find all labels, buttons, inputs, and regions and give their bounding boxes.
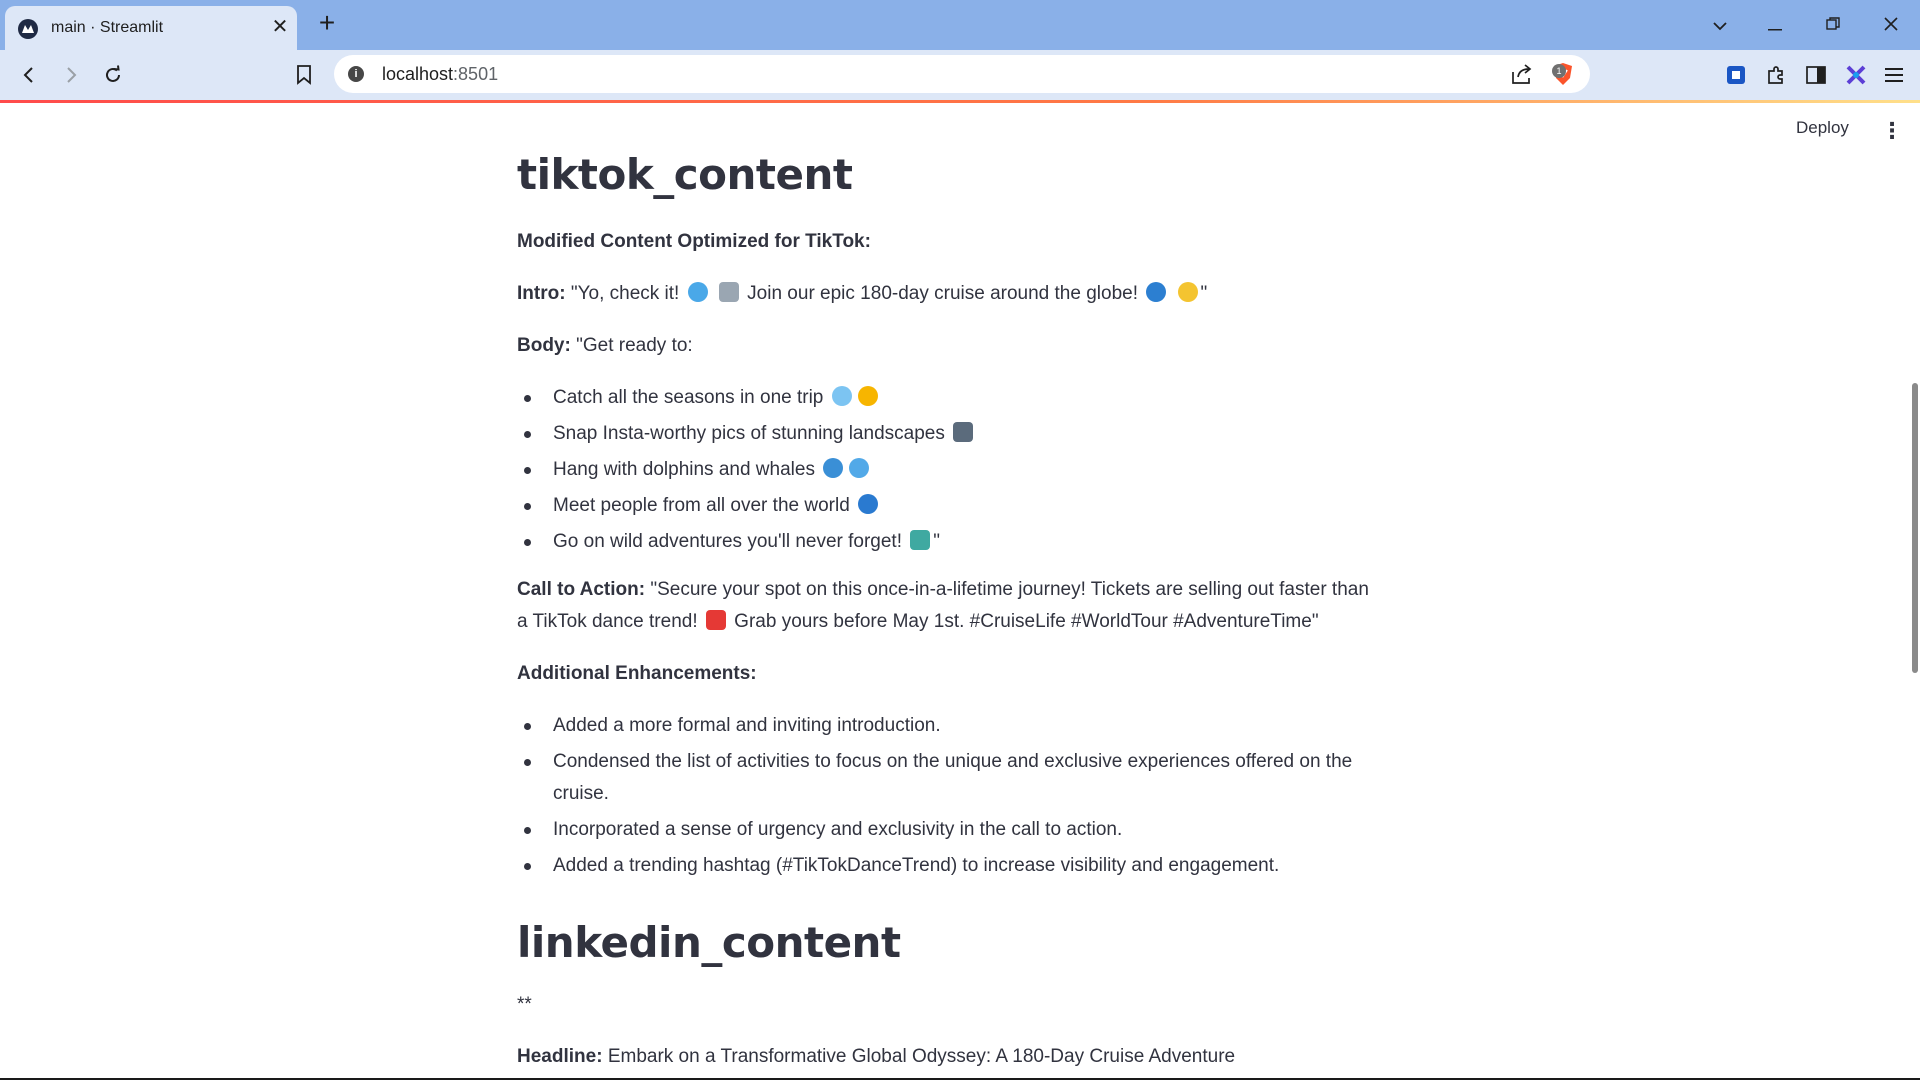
enhancements-list: Added a more formal and inviting introdu… [517, 710, 1377, 882]
forward-arrow-icon[interactable] [55, 59, 87, 91]
kebab-menu-icon[interactable]: ⋮ [1880, 116, 1904, 146]
browser-toolbar: i localhost:8501 1 [0, 50, 1920, 100]
dolphin-emoji-icon [823, 458, 844, 479]
close-window-button[interactable] [1876, 10, 1906, 40]
list-item: Snap Insta-worthy pics of stunning lands… [517, 418, 1377, 450]
tiktok-heading: tiktok_content [517, 150, 853, 199]
brave-shield-icon[interactable]: 1 [1552, 62, 1576, 86]
list-item: Go on wild adventures you'll never forge… [517, 526, 1377, 558]
browser-menu-icon[interactable] [1880, 61, 1908, 89]
whale-emoji-icon [849, 458, 870, 479]
tiktok-subtitle: Modified Content Optimized for TikTok: [517, 231, 871, 253]
back-arrow-icon[interactable] [13, 59, 45, 91]
deploy-button[interactable]: Deploy [1796, 118, 1849, 138]
extension-bitwarden-icon[interactable] [1722, 61, 1750, 89]
side-panel-icon[interactable] [1802, 61, 1830, 89]
ticket-emoji-icon [705, 610, 726, 631]
minimize-button[interactable] [1760, 10, 1790, 40]
list-item: Added a trending hashtag (#TikTokDanceTr… [517, 850, 1377, 882]
profile-avatar-icon[interactable] [1842, 61, 1870, 89]
site-info-icon[interactable]: i [348, 66, 364, 82]
globe-emoji-icon [858, 494, 879, 515]
list-item: Catch all the seasons in one trip [517, 382, 1377, 414]
brave-badge: 1 [1552, 64, 1566, 78]
enhancements-heading: Additional Enhancements: [517, 663, 757, 685]
tab-search-chevron-icon[interactable] [1705, 10, 1735, 40]
browser-tab-strip: main · Streamlit ✕ + [0, 0, 1920, 50]
scrollbar-thumb[interactable] [1912, 383, 1918, 673]
bookmark-icon[interactable] [288, 59, 320, 91]
map-emoji-icon [910, 530, 931, 551]
main-content: tiktok_content Modified Content Optimize… [517, 150, 1377, 1073]
tab-title: main · Streamlit [51, 19, 164, 36]
extensions-puzzle-icon[interactable] [1762, 61, 1790, 89]
share-icon[interactable] [1510, 63, 1534, 85]
address-bar[interactable]: i localhost:8501 1 [334, 55, 1590, 93]
stars-paragraph: ** [517, 993, 532, 1015]
sparkles-emoji-icon [1177, 282, 1198, 303]
streamlit-favicon-icon [18, 19, 38, 39]
ship-emoji-icon [718, 282, 739, 303]
page-scrollbar[interactable] [1910, 103, 1920, 1080]
intro-paragraph: Intro: "Yo, check it! Join our epic 180-… [517, 282, 1208, 305]
cta-paragraph: Call to Action: "Secure your spot on thi… [517, 579, 1369, 633]
list-item: Meet people from all over the world [517, 490, 1377, 522]
streamlit-decoration-bar [0, 100, 1920, 103]
camera-emoji-icon [953, 422, 974, 443]
sun-emoji-icon [857, 386, 878, 407]
snowflake-emoji-icon [831, 386, 852, 407]
wave-emoji-icon [687, 282, 708, 303]
list-item: Hang with dolphins and whales [517, 454, 1377, 486]
headline-paragraph: Headline: Embark on a Transformative Glo… [517, 1045, 1236, 1067]
new-tab-button[interactable]: + [313, 9, 341, 37]
restore-button[interactable] [1818, 10, 1848, 40]
body-paragraph: Body: "Get ready to: [517, 335, 693, 357]
reload-icon[interactable] [97, 59, 129, 91]
list-item: Condensed the list of activities to focu… [517, 746, 1377, 810]
activity-list: Catch all the seasons in one trip Snap I… [517, 382, 1377, 558]
globe-emoji-icon [1146, 282, 1167, 303]
linkedin-heading: linkedin_content [517, 918, 901, 968]
tab-close-icon[interactable]: ✕ [268, 15, 292, 39]
browser-tab[interactable]: main · Streamlit ✕ [5, 6, 297, 50]
url-text[interactable]: localhost:8501 [382, 64, 498, 85]
list-item: Added a more formal and inviting introdu… [517, 710, 1377, 742]
list-item: Incorporated a sense of urgency and excl… [517, 814, 1377, 846]
